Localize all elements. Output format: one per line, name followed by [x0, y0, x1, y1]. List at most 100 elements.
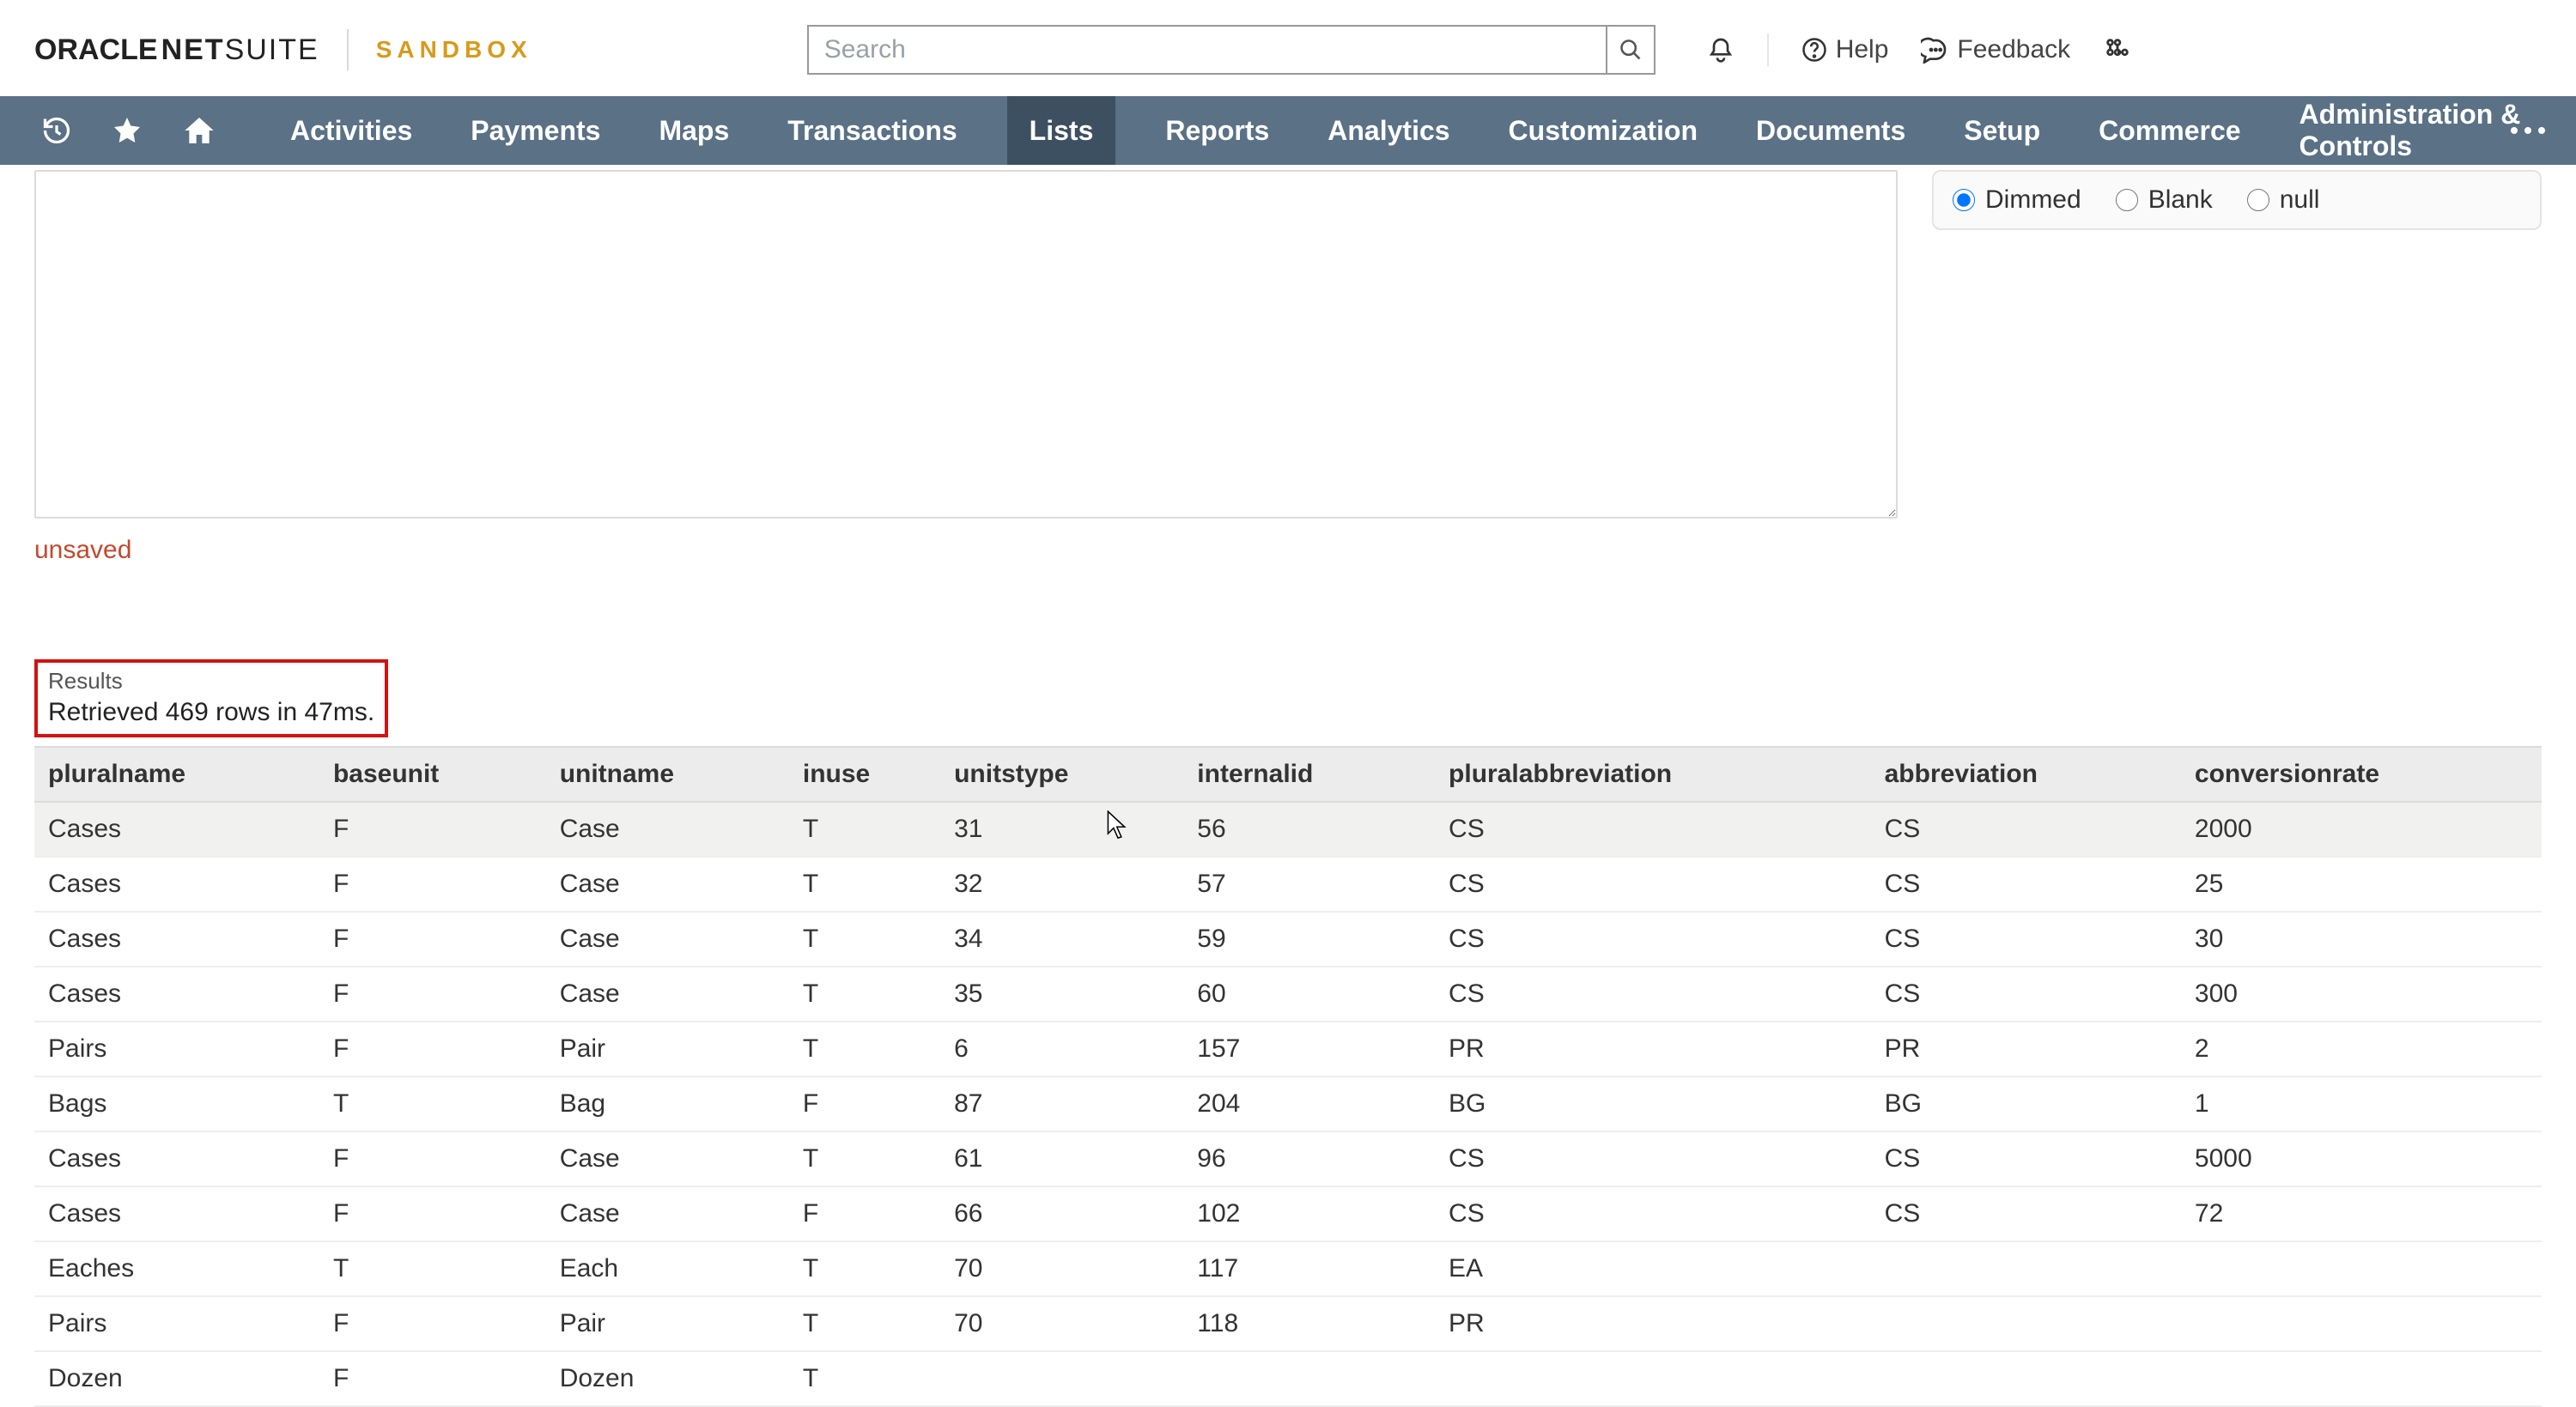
nav-item-reports[interactable]: Reports — [1157, 96, 1278, 165]
more-icon — [2511, 127, 2545, 134]
option-radio-null[interactable] — [2247, 189, 2269, 211]
column-header-pluralname[interactable]: pluralname — [34, 747, 319, 802]
table-cell — [1871, 1351, 2181, 1406]
brand-netsuite-thin: SUITE — [225, 33, 319, 66]
primary-nav: Activities Payments Maps Transactions Lists R… — [0, 96, 2576, 165]
results-summary: Retrieved 469 rows in 47ms. — [48, 698, 374, 727]
table-cell: Each — [546, 1241, 789, 1296]
global-header: ORACLE NETSUITE SANDBOX Help Feedback — [0, 0, 2576, 96]
table-cell: 117 — [1183, 1241, 1435, 1296]
table-cell: F — [319, 1296, 546, 1351]
table-cell: 204 — [1183, 1076, 1435, 1131]
table-cell: 1 — [2181, 1076, 2542, 1131]
table-cell — [2181, 1351, 2542, 1406]
nav-item-documents[interactable]: Documents — [1747, 96, 1914, 165]
nav-item-analytics[interactable]: Analytics — [1319, 96, 1458, 165]
nav-item-lists[interactable]: Lists — [1007, 96, 1116, 165]
home-button[interactable] — [182, 113, 216, 148]
search-input[interactable] — [807, 25, 1606, 75]
table-row[interactable]: BagsTBagF87204BGBG1 — [34, 1076, 2542, 1131]
feedback-button[interactable]: Feedback — [1921, 35, 2070, 64]
table-cell: Case — [546, 967, 789, 1022]
table-row[interactable]: CasesFCaseT3560CSCS300 — [34, 967, 2542, 1022]
notification-button[interactable] — [1707, 36, 1735, 64]
brand-netsuite: NETSUITE — [161, 33, 319, 67]
table-cell: Bag — [546, 1076, 789, 1131]
table-cell: 59 — [1183, 912, 1435, 967]
column-header-conversionrate[interactable]: conversionrate — [2181, 747, 2542, 802]
option-radio-dimmed[interactable] — [1953, 189, 1975, 211]
table-row[interactable]: CasesFCaseT3257CSCS25 — [34, 857, 2542, 912]
nav-item-payments[interactable]: Payments — [462, 96, 609, 165]
table-cell: 31 — [940, 802, 1183, 857]
help-button[interactable]: Help — [1801, 35, 1889, 64]
table-cell: Eaches — [34, 1241, 319, 1296]
nav-item-setup[interactable]: Setup — [1955, 96, 2049, 165]
nav-item-commerce[interactable]: Commerce — [2090, 96, 2249, 165]
column-header-abbreviation[interactable]: abbreviation — [1871, 747, 2181, 802]
favorites-button[interactable] — [112, 115, 143, 146]
table-row[interactable]: CasesFCaseT6196CSCS5000 — [34, 1131, 2542, 1186]
nav-overflow-button[interactable] — [2511, 127, 2545, 134]
feedback-icon — [1921, 36, 1948, 64]
table-cell: PR — [1435, 1022, 1871, 1076]
header-actions: Help Feedback — [1707, 33, 2132, 66]
apps-button[interactable] — [2103, 35, 2132, 64]
column-header-pluralabbreviation[interactable]: pluralabbreviation — [1435, 747, 1871, 802]
table-row[interactable]: DozenFDozenT — [34, 1351, 2542, 1406]
option-dimmed[interactable]: Dimmed — [1953, 185, 2081, 215]
table-row[interactable]: PairsFPairT6157PRPR2 — [34, 1022, 2542, 1076]
table-cell: 102 — [1183, 1186, 1435, 1241]
results-header-highlight: Results Retrieved 469 rows in 47ms. — [34, 659, 388, 737]
table-cell: CS — [1435, 802, 1871, 857]
divider — [347, 29, 349, 70]
table-cell: Case — [546, 1131, 789, 1186]
table-cell: 34 — [940, 912, 1183, 967]
table-cell — [1435, 1351, 1871, 1406]
table-row[interactable]: CasesFCaseT3156CSCS2000 — [34, 802, 2542, 857]
table-row[interactable]: CasesFCaseT3459CSCS30 — [34, 912, 2542, 967]
column-header-internalid[interactable]: internalid — [1183, 747, 1435, 802]
table-cell: F — [319, 802, 546, 857]
column-header-baseunit[interactable]: baseunit — [319, 747, 546, 802]
column-header-unitstype[interactable]: unitstype — [940, 747, 1183, 802]
table-body: CasesFCaseT3156CSCS2000CasesFCaseT3257CS… — [34, 802, 2542, 1406]
star-icon — [112, 115, 143, 146]
history-button[interactable] — [41, 115, 72, 146]
option-radio-blank[interactable] — [2116, 189, 2138, 211]
table-cell: CS — [1871, 1131, 2181, 1186]
table-cell: Case — [546, 912, 789, 967]
nav-item-transactions[interactable]: Transactions — [779, 96, 965, 165]
table-cell: 25 — [2181, 857, 2542, 912]
option-label: null — [2280, 185, 2320, 215]
save-status: unsaved — [34, 536, 2542, 565]
option-null[interactable]: null — [2247, 185, 2320, 215]
table-cell: 5000 — [2181, 1131, 2542, 1186]
nav-item-customization[interactable]: Customization — [1500, 96, 1706, 165]
table-cell: T — [789, 1241, 940, 1296]
table-cell: CS — [1435, 1186, 1871, 1241]
option-blank[interactable]: Blank — [2116, 185, 2213, 215]
table-cell: Pair — [546, 1022, 789, 1076]
table-cell: CS — [1871, 912, 2181, 967]
table-cell: PR — [1435, 1296, 1871, 1351]
help-label: Help — [1836, 35, 1889, 64]
table-cell — [2181, 1241, 2542, 1296]
table-cell — [940, 1351, 1183, 1406]
table-row[interactable]: EachesTEachT70117EA — [34, 1241, 2542, 1296]
nav-item-administration-controls[interactable]: Administration & Controls — [2291, 96, 2535, 165]
bell-icon — [1707, 36, 1735, 64]
query-editor[interactable] — [34, 170, 1898, 519]
search-button[interactable] — [1606, 25, 1656, 75]
table-cell: T — [319, 1076, 546, 1131]
table-cell: Pairs — [34, 1296, 319, 1351]
table-row[interactable]: CasesFCaseF66102CSCS72 — [34, 1186, 2542, 1241]
column-header-inuse[interactable]: inuse — [789, 747, 940, 802]
nav-item-maps[interactable]: Maps — [650, 96, 738, 165]
table-cell: 56 — [1183, 802, 1435, 857]
nav-item-activities[interactable]: Activities — [282, 96, 421, 165]
table-cell: CS — [1871, 967, 2181, 1022]
column-header-unitname[interactable]: unitname — [546, 747, 789, 802]
table-cell: Cases — [34, 1131, 319, 1186]
table-row[interactable]: PairsFPairT70118PR — [34, 1296, 2542, 1351]
